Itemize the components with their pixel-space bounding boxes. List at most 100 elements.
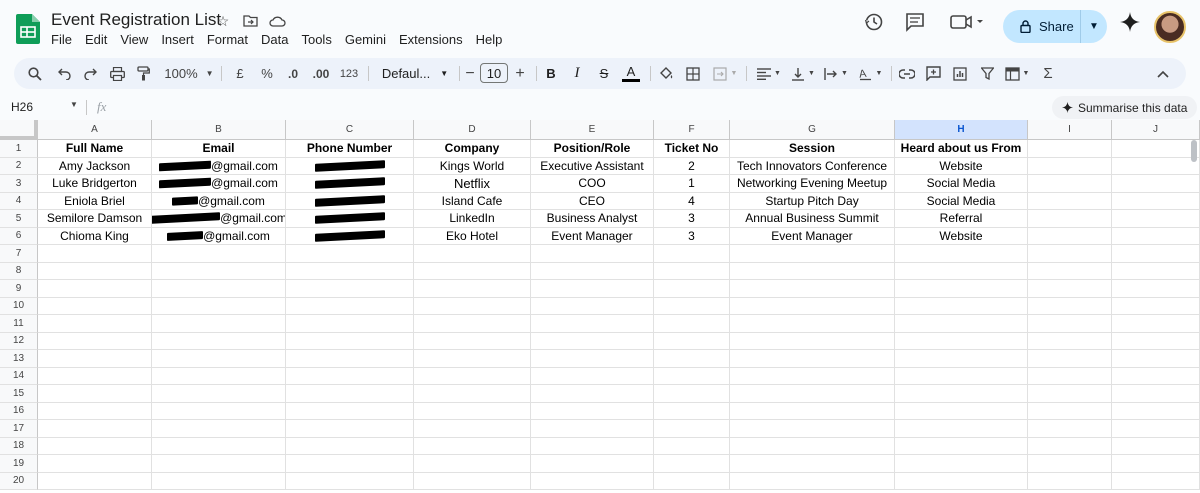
- cell-f4[interactable]: 4: [654, 192, 730, 210]
- vertical-scrollbar[interactable]: [1191, 140, 1197, 162]
- cell-f17[interactable]: [654, 420, 730, 438]
- cell-j5[interactable]: [1112, 210, 1200, 228]
- cell-b3[interactable]: @gmail.com: [152, 175, 286, 193]
- cell-d16[interactable]: [414, 402, 531, 420]
- cell-f9[interactable]: [654, 280, 730, 298]
- cell-a12[interactable]: [38, 332, 152, 350]
- percent-format-button[interactable]: %: [258, 58, 276, 89]
- cell-h7[interactable]: [895, 245, 1028, 263]
- cell-f7[interactable]: [654, 245, 730, 263]
- borders-icon[interactable]: [684, 58, 702, 89]
- text-color-button[interactable]: A: [621, 58, 641, 89]
- cell-i16[interactable]: [1028, 402, 1112, 420]
- cell-c15[interactable]: [286, 385, 414, 403]
- filter-icon[interactable]: [978, 58, 996, 89]
- cell-b8[interactable]: [152, 262, 286, 280]
- cell-j15[interactable]: [1112, 385, 1200, 403]
- row-header[interactable]: 18: [0, 437, 38, 455]
- font-select[interactable]: Defaul... ▼: [376, 58, 454, 89]
- cell-e11[interactable]: [531, 315, 654, 333]
- cell-c12[interactable]: [286, 332, 414, 350]
- cell-h2[interactable]: Website: [895, 157, 1028, 175]
- cell-j9[interactable]: [1112, 280, 1200, 298]
- cell-a19[interactable]: [38, 455, 152, 473]
- cell-a8[interactable]: [38, 262, 152, 280]
- cell-g15[interactable]: [730, 385, 895, 403]
- cell-e16[interactable]: [531, 402, 654, 420]
- cell-f18[interactable]: [654, 437, 730, 455]
- zoom-select[interactable]: 100% ▼: [163, 58, 215, 89]
- row-header[interactable]: 15: [0, 385, 38, 403]
- column-header-c[interactable]: C: [286, 120, 414, 140]
- cell-i13[interactable]: [1028, 350, 1112, 368]
- cell-g17[interactable]: [730, 420, 895, 438]
- cell-j11[interactable]: [1112, 315, 1200, 333]
- cell-b1[interactable]: Email: [152, 140, 286, 158]
- row-header[interactable]: 5: [0, 210, 38, 228]
- cell-h5[interactable]: Referral: [895, 210, 1028, 228]
- cell-h3[interactable]: Social Media: [895, 175, 1028, 193]
- sheets-logo-icon[interactable]: [16, 14, 40, 44]
- cell-e10[interactable]: [531, 297, 654, 315]
- cell-g5[interactable]: Annual Business Summit: [730, 210, 895, 228]
- share-button[interactable]: Share ▼: [1003, 10, 1107, 43]
- cell-a5[interactable]: Semilore Damson: [38, 210, 152, 228]
- cell-e5[interactable]: Business Analyst: [531, 210, 654, 228]
- cell-a6[interactable]: Chioma King: [38, 227, 152, 245]
- row-header[interactable]: 7: [0, 245, 38, 263]
- increase-font-size-button[interactable]: +: [512, 58, 528, 89]
- collapse-menus-icon[interactable]: [1154, 58, 1172, 89]
- menu-edit[interactable]: Edit: [85, 32, 107, 47]
- cell-f6[interactable]: 3: [654, 227, 730, 245]
- cell-e7[interactable]: [531, 245, 654, 263]
- cell-e19[interactable]: [531, 455, 654, 473]
- row-header[interactable]: 19: [0, 455, 38, 473]
- cell-a10[interactable]: [38, 297, 152, 315]
- cell-f14[interactable]: [654, 367, 730, 385]
- cell-d3[interactable]: Netflix: [414, 175, 531, 193]
- cell-j19[interactable]: [1112, 455, 1200, 473]
- bold-button[interactable]: B: [544, 58, 558, 89]
- cell-d18[interactable]: [414, 437, 531, 455]
- cell-g18[interactable]: [730, 437, 895, 455]
- row-header[interactable]: 10: [0, 297, 38, 315]
- fill-color-icon[interactable]: [657, 58, 675, 89]
- cell-g4[interactable]: Startup Pitch Day: [730, 192, 895, 210]
- cell-g10[interactable]: [730, 297, 895, 315]
- cell-c5[interactable]: [286, 210, 414, 228]
- paint-format-icon[interactable]: [133, 58, 153, 89]
- cell-j18[interactable]: [1112, 437, 1200, 455]
- cell-h12[interactable]: [895, 332, 1028, 350]
- cell-g8[interactable]: [730, 262, 895, 280]
- cell-i10[interactable]: [1028, 297, 1112, 315]
- vertical-align-icon[interactable]: ▼: [789, 58, 817, 89]
- cell-j6[interactable]: [1112, 227, 1200, 245]
- cell-j12[interactable]: [1112, 332, 1200, 350]
- cell-f20[interactable]: [654, 472, 730, 490]
- strikethrough-button[interactable]: S: [596, 58, 612, 89]
- meet-video-icon[interactable]: [950, 12, 986, 37]
- cell-c4[interactable]: [286, 192, 414, 210]
- cell-g7[interactable]: [730, 245, 895, 263]
- cloud-saved-icon[interactable]: [268, 12, 286, 30]
- cell-i6[interactable]: [1028, 227, 1112, 245]
- cell-e1[interactable]: Position/Role: [531, 140, 654, 158]
- cell-b2[interactable]: @gmail.com: [152, 157, 286, 175]
- cell-f12[interactable]: [654, 332, 730, 350]
- insert-link-icon[interactable]: [898, 58, 916, 89]
- filter-views-icon[interactable]: ▼: [1002, 58, 1032, 89]
- cell-c14[interactable]: [286, 367, 414, 385]
- insert-chart-icon[interactable]: [951, 58, 969, 89]
- cell-i9[interactable]: [1028, 280, 1112, 298]
- cell-b17[interactable]: [152, 420, 286, 438]
- cell-c18[interactable]: [286, 437, 414, 455]
- cell-h1[interactable]: Heard about us From: [895, 140, 1028, 158]
- cell-a16[interactable]: [38, 402, 152, 420]
- menu-tools[interactable]: Tools: [301, 32, 331, 47]
- cell-j2[interactable]: [1112, 157, 1200, 175]
- cell-g14[interactable]: [730, 367, 895, 385]
- row-header[interactable]: 14: [0, 367, 38, 385]
- cell-f8[interactable]: [654, 262, 730, 280]
- cell-e20[interactable]: [531, 472, 654, 490]
- name-box[interactable]: H26: [11, 100, 33, 114]
